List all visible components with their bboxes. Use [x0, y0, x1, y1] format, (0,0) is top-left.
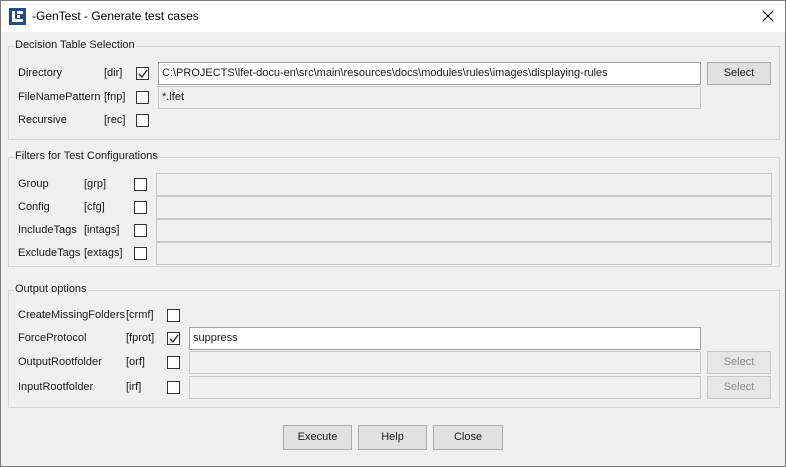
config-label: Config — [18, 201, 50, 213]
excludetags-code: [extags] — [84, 247, 123, 259]
output-options-legend: Output options — [14, 283, 88, 295]
checkmark-icon — [138, 69, 148, 79]
close-icon — [762, 10, 774, 22]
includetags-input[interactable] — [156, 219, 772, 242]
gentest-dialog: -GenTest - Generate test cases Decision … — [0, 0, 786, 467]
forceprotocol-checkbox[interactable] — [167, 332, 180, 345]
group-input[interactable] — [156, 173, 772, 196]
excludetags-input[interactable] — [156, 242, 772, 265]
outputrootfolder-code: [orf] — [126, 356, 145, 368]
recursive-checkbox[interactable] — [136, 114, 149, 127]
directory-select-button[interactable]: Select — [707, 62, 771, 85]
outputrootfolder-checkbox[interactable] — [167, 356, 180, 369]
title-bar: -GenTest - Generate test cases — [1, 1, 785, 32]
decision-table-legend: Decision Table Selection — [14, 39, 136, 51]
createmissingfolders-code: [crmf] — [126, 309, 154, 321]
includetags-code: [intags] — [84, 224, 120, 236]
outputrootfolder-select-button[interactable]: Select — [707, 351, 771, 374]
includetags-label: IncludeTags — [18, 224, 77, 236]
forceprotocol-label: ForceProtocol — [18, 332, 87, 344]
inputrootfolder-select-button[interactable]: Select — [707, 376, 771, 399]
output-options-group: Output options CreateMissingFolders [crm… — [8, 283, 780, 408]
forceprotocol-input[interactable]: suppress — [189, 327, 701, 350]
config-code: [cfg] — [84, 201, 105, 213]
includetags-checkbox[interactable] — [134, 224, 147, 237]
excludetags-label: ExcludeTags — [18, 247, 81, 259]
inputrootfolder-label: InputRootfolder — [18, 381, 94, 393]
inputrootfolder-checkbox[interactable] — [167, 381, 180, 394]
inputrootfolder-code: [irf] — [126, 381, 142, 393]
filenamepattern-checkbox[interactable] — [136, 91, 149, 104]
execute-button[interactable]: Execute — [283, 425, 352, 450]
config-input[interactable] — [156, 196, 772, 219]
inputrootfolder-input[interactable] — [189, 376, 701, 399]
filenamepattern-code: [fnp] — [104, 91, 126, 103]
directory-code: [dir] — [104, 67, 123, 79]
createmissingfolders-checkbox[interactable] — [167, 309, 180, 322]
config-checkbox[interactable] — [134, 201, 147, 214]
filenamepattern-label: FileNamePattern — [18, 91, 101, 103]
filenamepattern-input[interactable]: *.lfet — [158, 86, 701, 109]
directory-checkbox[interactable] — [136, 67, 149, 80]
group-label: Group — [18, 178, 49, 190]
dialog-content: Decision Table Selection Directory [dir]… — [1, 32, 785, 466]
forceprotocol-code: [fprot] — [126, 332, 155, 344]
checkmark-icon — [169, 334, 179, 344]
group-checkbox[interactable] — [134, 178, 147, 191]
help-button[interactable]: Help — [358, 425, 427, 450]
app-icon — [9, 8, 26, 25]
outputrootfolder-input[interactable] — [189, 351, 701, 374]
recursive-label: Recursive — [18, 114, 67, 126]
group-code: [grp] — [84, 178, 107, 190]
decision-table-group: Decision Table Selection Directory [dir]… — [8, 39, 780, 140]
excludetags-checkbox[interactable] — [134, 247, 147, 260]
directory-label: Directory — [18, 67, 63, 79]
close-button[interactable]: Close — [433, 425, 503, 450]
close-window-button[interactable] — [751, 1, 785, 32]
filters-group: Filters for Test Configurations Group [g… — [8, 150, 780, 267]
recursive-code: [rec] — [104, 114, 126, 126]
outputrootfolder-label: OutputRootfolder — [18, 356, 102, 368]
filters-legend: Filters for Test Configurations — [14, 150, 159, 162]
directory-input[interactable]: C:\PROJECTS\lfet-docu-en\src\main\resour… — [158, 62, 701, 85]
createmissingfolders-label: CreateMissingFolders — [18, 309, 125, 321]
window-title: -GenTest - Generate test cases — [32, 9, 199, 23]
